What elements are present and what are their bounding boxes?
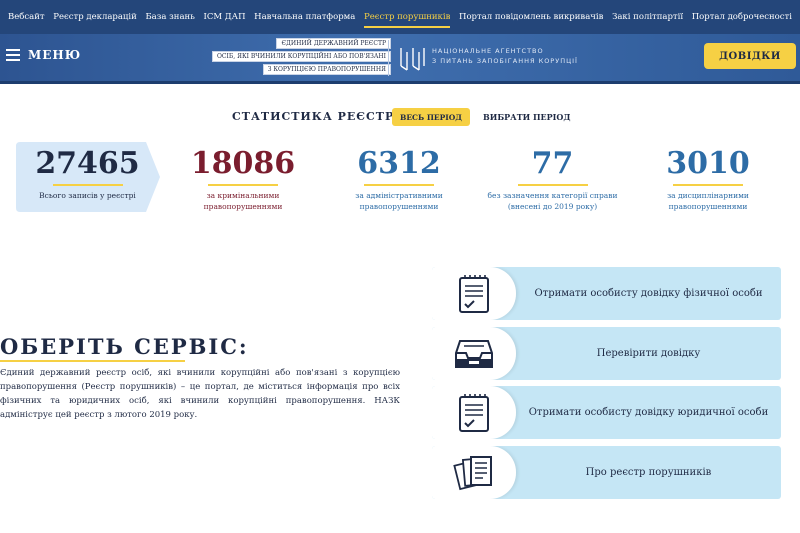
documents-stack-icon	[453, 455, 492, 490]
service-label: Перевірити довідку	[596, 348, 701, 359]
stat-value: 77	[531, 146, 574, 181]
choose-period-link[interactable]: ВИБРАТИ ПЕРІОД	[483, 112, 570, 122]
stat-label: за адміністративними правопорушеннями	[355, 191, 443, 211]
certificates-button[interactable]: ДОВІДКИ	[704, 43, 796, 69]
registry-logo-line: ЄДИНИЙ ДЕРЖАВНИЙ РЕЄСТР	[276, 38, 391, 49]
nav-link-ism-dap[interactable]: ІСМ ДАП	[203, 12, 245, 22]
registry-logo-line: ОСІБ, ЯКІ ВЧИНИЛИ КОРУПЦІЙНІ АБО ПОВ'ЯЗА…	[212, 51, 391, 62]
statistics-title: СТАТИСТИКА РЕЄСТРУ	[232, 110, 405, 123]
nav-link-political-parties[interactable]: Закі політпартії	[612, 12, 683, 22]
nav-link-learning-platform[interactable]: Навчальна платформа	[254, 12, 355, 22]
nazk-emblem-icon	[400, 48, 425, 71]
registry-logo[interactable]: ЄДИНИЙ ДЕРЖАВНИЙ РЕЄСТР ОСІБ, ЯКІ ВЧИНИЛ…	[212, 38, 391, 75]
stat-value: 6312	[357, 146, 441, 181]
stat-value: 3010	[666, 146, 750, 181]
logo-divider	[388, 40, 389, 76]
stat-underline	[517, 184, 588, 186]
stat-label: Всього записів у реєстрі	[39, 191, 136, 200]
menu-button[interactable]: МЕНЮ	[6, 48, 81, 62]
service-card-individual-certificate[interactable]: Отримати особисту довідку фізичної особи	[432, 267, 781, 320]
service-icon-box	[432, 267, 516, 320]
service-card-about-registry[interactable]: Про реєстр порушників	[432, 446, 781, 499]
service-card-legal-entity-certificate[interactable]: Отримати особисту довідку юридичної особ…	[432, 386, 781, 439]
stat-label: без зазначення категорії справи (внесені…	[487, 191, 618, 211]
top-navigation: Вебсайт Реєстр декларацій База знань ІСМ…	[0, 0, 800, 34]
stat-administrative-offenses[interactable]: 6312 за адміністративними правопорушення…	[340, 146, 458, 212]
menu-label: МЕНЮ	[28, 48, 82, 62]
stat-underline	[673, 184, 743, 186]
stat-underline	[364, 184, 434, 186]
choose-service-heading: ОБЕРІТЬ СЕРВІС:	[0, 334, 249, 359]
stat-underline	[208, 184, 278, 186]
service-icon-box	[432, 446, 516, 499]
stat-disciplinary-offenses[interactable]: 3010 за дисциплінарними правопорушеннями	[658, 146, 758, 212]
stat-underline	[52, 184, 123, 186]
service-icon-box	[432, 386, 516, 439]
nav-link-integrity-portal[interactable]: Портал доброчесності	[692, 12, 792, 22]
stat-criminal-offenses[interactable]: 18086 за кримінальними правопорушеннями	[188, 146, 298, 212]
service-label: Отримати особисту довідку юридичної особ…	[528, 407, 769, 418]
document-checklist-icon	[459, 274, 489, 313]
nav-link-whistleblower-portal[interactable]: Портал повідомлень викривачів	[459, 12, 603, 22]
hamburger-icon	[6, 49, 20, 61]
nav-link-knowledge-base[interactable]: База знань	[145, 12, 194, 22]
nav-link-violators-registry[interactable]: Реєстр порушників	[363, 12, 451, 28]
stat-total-records: 27465 Всього записів у реєстрі	[20, 146, 155, 201]
heading-underline	[0, 360, 185, 362]
nav-link-website[interactable]: Вебсайт	[8, 12, 45, 22]
stat-label: за дисциплінарними правопорушеннями	[667, 191, 749, 211]
inbox-tray-icon	[455, 339, 493, 368]
site-header: МЕНЮ ЄДИНИЙ ДЕРЖАВНИЙ РЕЄСТР ОСІБ, ЯКІ В…	[0, 34, 800, 84]
agency-name: НАЦІОНАЛЬНЕ АГЕНТСТВО З ПИТАНЬ ЗАПОБІГАН…	[432, 46, 578, 66]
agency-name-line: НАЦІОНАЛЬНЕ АГЕНТСТВО	[432, 47, 544, 55]
stat-value: 27465	[35, 146, 140, 181]
document-checklist-icon	[459, 393, 489, 432]
stat-value: 18086	[190, 146, 296, 181]
service-icon-box	[432, 327, 516, 380]
agency-name-line: З ПИТАНЬ ЗАПОБІГАННЯ КОРУПЦІЇ	[432, 57, 578, 65]
stat-label: за кримінальними правопорушеннями	[203, 191, 283, 211]
service-label: Про реєстр порушників	[585, 467, 712, 478]
service-label: Отримати особисту довідку фізичної особи	[534, 288, 763, 299]
nav-link-declarations-registry[interactable]: Реєстр декларацій	[53, 12, 137, 22]
service-card-verify-certificate[interactable]: Перевірити довідку	[432, 327, 781, 380]
registry-description: Єдиний державний реєстр осіб, які вчинил…	[0, 368, 400, 420]
all-period-button[interactable]: ВЕСЬ ПЕРІОД	[392, 108, 470, 126]
stat-uncategorized-cases[interactable]: 77 без зазначення категорії справи (внес…	[480, 146, 625, 212]
registry-logo-line: З КОРУПЦІЄЮ ПРАВОПОРУШЕННЯ	[262, 64, 391, 75]
